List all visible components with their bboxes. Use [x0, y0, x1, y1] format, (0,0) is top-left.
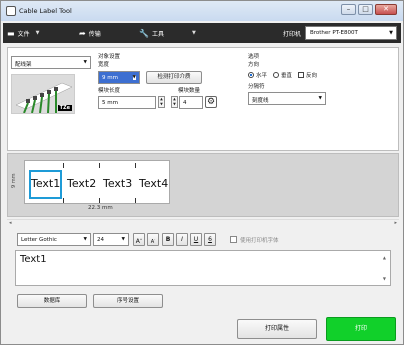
- radio-vertical[interactable]: [273, 72, 280, 78]
- printer-label: 打印机: [282, 31, 301, 38]
- reverse-label: 反向: [306, 73, 318, 79]
- tools-menu[interactable]: 🔧 工具 ▼: [135, 23, 225, 43]
- font-value: Letter Gothic: [21, 237, 57, 243]
- scroll-right-icon[interactable]: ▸: [394, 220, 397, 226]
- transfer-menu-label: 传输: [88, 30, 101, 38]
- label-type-image: TZe: [11, 74, 75, 114]
- main-toolbar: ▬ 文件 ▼ ➦ 传输 🔧 工具 ▼ 打印机 Brother PT-E800T …: [3, 23, 401, 43]
- close-button[interactable]: ✕: [375, 4, 397, 15]
- app-icon: [6, 6, 16, 16]
- wrench-icon: 🔧: [139, 28, 149, 38]
- frame-button[interactable]: 6: [204, 233, 216, 246]
- width-label: 宽度: [98, 62, 110, 68]
- use-printer-font-label: 使用打印机字体: [240, 238, 279, 244]
- object-settings-title: 对象设置: [98, 54, 121, 60]
- scroll-left-icon[interactable]: ◂: [9, 220, 12, 226]
- transfer-arrow-icon: ➦: [79, 28, 86, 38]
- chevron-down-icon: ▼: [191, 30, 196, 36]
- chevron-down-icon: ▼: [132, 75, 136, 80]
- tze-badge: TZe: [57, 105, 72, 111]
- label-block-1[interactable]: Text1: [31, 177, 60, 190]
- print-button[interactable]: 打印: [326, 317, 396, 341]
- direction-label: 方向: [248, 62, 260, 68]
- scroll-up-icon[interactable]: ▲: [383, 255, 386, 260]
- chevron-down-icon: ▼: [83, 237, 87, 242]
- title-bar: Cable Label Tool – □ ✕: [1, 1, 403, 21]
- block-length-input[interactable]: 5 mm: [98, 96, 156, 109]
- chevron-down-icon: ▼: [389, 30, 393, 36]
- transfer-menu[interactable]: ➦ 传输: [75, 23, 135, 43]
- block-count-value: 4: [183, 100, 187, 106]
- separator-value: 刻度线: [252, 98, 269, 104]
- width-select[interactable]: 9 mm ▼: [98, 71, 140, 84]
- app-window: Cable Label Tool – □ ✕ ▬ 文件 ▼ ➦ 传输 🔧 工具 …: [0, 0, 404, 345]
- height-dimension: 9 mm: [11, 173, 17, 188]
- block-length-label: 模块长度: [98, 88, 121, 94]
- radio-vertical-label: 垂直: [281, 73, 293, 79]
- folder-icon: ▬: [7, 28, 15, 38]
- database-button[interactable]: 数据库: [17, 294, 87, 308]
- separator-label: 分隔符: [248, 84, 265, 90]
- settings-panel: 配线架 ▼ TZe 对象设置 宽度 9 mm ▼ 检测打印介质 模块长度 模块数…: [7, 47, 399, 151]
- label-type-value: 配线架: [15, 62, 32, 68]
- separator-tick: [135, 163, 136, 168]
- scroll-down-icon[interactable]: ▼: [383, 276, 386, 281]
- width-value: 9 mm: [102, 75, 118, 81]
- reverse-checkbox[interactable]: [298, 72, 305, 78]
- bold-button[interactable]: B: [162, 233, 174, 246]
- chevron-down-icon: ▼: [318, 96, 322, 101]
- use-printer-font-checkbox[interactable]: [230, 236, 237, 243]
- block-count-label: 模块数量: [178, 88, 201, 94]
- label-text-input[interactable]: Text1 ▲ ▼: [15, 250, 391, 286]
- radio-horizontal[interactable]: [248, 72, 254, 78]
- label-preview-area: 9 mm Text1 Text2 Text3 Text4 22.3 mm: [7, 153, 399, 217]
- file-menu-label: 文件: [17, 30, 30, 38]
- print-properties-button[interactable]: 打印属性: [237, 319, 317, 339]
- window-controls: – □ ✕: [341, 4, 397, 15]
- block-count-input[interactable]: 4: [179, 96, 203, 109]
- chevron-down-icon: ▼: [83, 60, 87, 65]
- separator-tick: [63, 163, 64, 168]
- format-toolbar: Letter Gothic ▼ 24 ▼ A+ A- B I U 6 使用打印机…: [7, 230, 399, 248]
- separator-tick: [135, 198, 136, 203]
- separator-select[interactable]: 刻度线 ▼: [248, 92, 326, 105]
- label-preview[interactable]: Text1 Text2 Text3 Text4: [24, 160, 170, 204]
- block-count-spinner[interactable]: ▲ ▼: [171, 96, 178, 108]
- grow-font-button[interactable]: A+: [133, 233, 145, 246]
- separator-tick: [63, 198, 64, 203]
- font-select[interactable]: Letter Gothic ▼: [17, 233, 91, 246]
- minimize-button[interactable]: –: [341, 4, 356, 15]
- horizontal-scrollbar[interactable]: ◂ ▸: [7, 219, 399, 228]
- label-block-3[interactable]: Text3: [103, 177, 132, 190]
- italic-button[interactable]: I: [176, 233, 188, 246]
- label-block-4[interactable]: Text4: [139, 177, 168, 190]
- numbering-button[interactable]: 序号设置: [93, 294, 163, 308]
- separator-tick: [99, 163, 100, 168]
- block-length-spinner[interactable]: ▲ ▼: [158, 96, 165, 108]
- label-type-select[interactable]: 配线架 ▼: [11, 56, 91, 69]
- label-text-value: Text1: [20, 254, 47, 265]
- gear-icon[interactable]: ⚙: [205, 96, 217, 108]
- font-size-value: 24: [97, 237, 104, 243]
- direction-options: 水平 垂直 反向: [248, 71, 317, 79]
- label-block-2[interactable]: Text2: [67, 177, 96, 190]
- chevron-down-icon: ▼: [121, 237, 125, 242]
- shrink-font-button[interactable]: A-: [147, 233, 159, 246]
- options-title: 选项: [248, 54, 260, 60]
- printer-select[interactable]: Brother PT-E800T ▼: [305, 26, 397, 40]
- window-title: Cable Label Tool: [19, 7, 72, 15]
- block-length-value: 5 mm: [102, 100, 118, 106]
- tools-menu-label: 工具: [151, 30, 164, 38]
- underline-button[interactable]: U: [190, 233, 202, 246]
- chevron-down-icon: ▼: [35, 30, 40, 36]
- separator-tick: [99, 198, 100, 203]
- width-dimension: 22.3 mm: [88, 205, 113, 211]
- file-menu[interactable]: ▬ 文件 ▼: [3, 23, 75, 43]
- printer-value: Brother PT-E800T: [310, 30, 358, 36]
- font-size-select[interactable]: 24 ▼: [93, 233, 129, 246]
- radio-horizontal-label: 水平: [256, 73, 268, 79]
- check-tape-button[interactable]: 检测打印介质: [146, 71, 202, 84]
- maximize-button[interactable]: □: [358, 4, 373, 15]
